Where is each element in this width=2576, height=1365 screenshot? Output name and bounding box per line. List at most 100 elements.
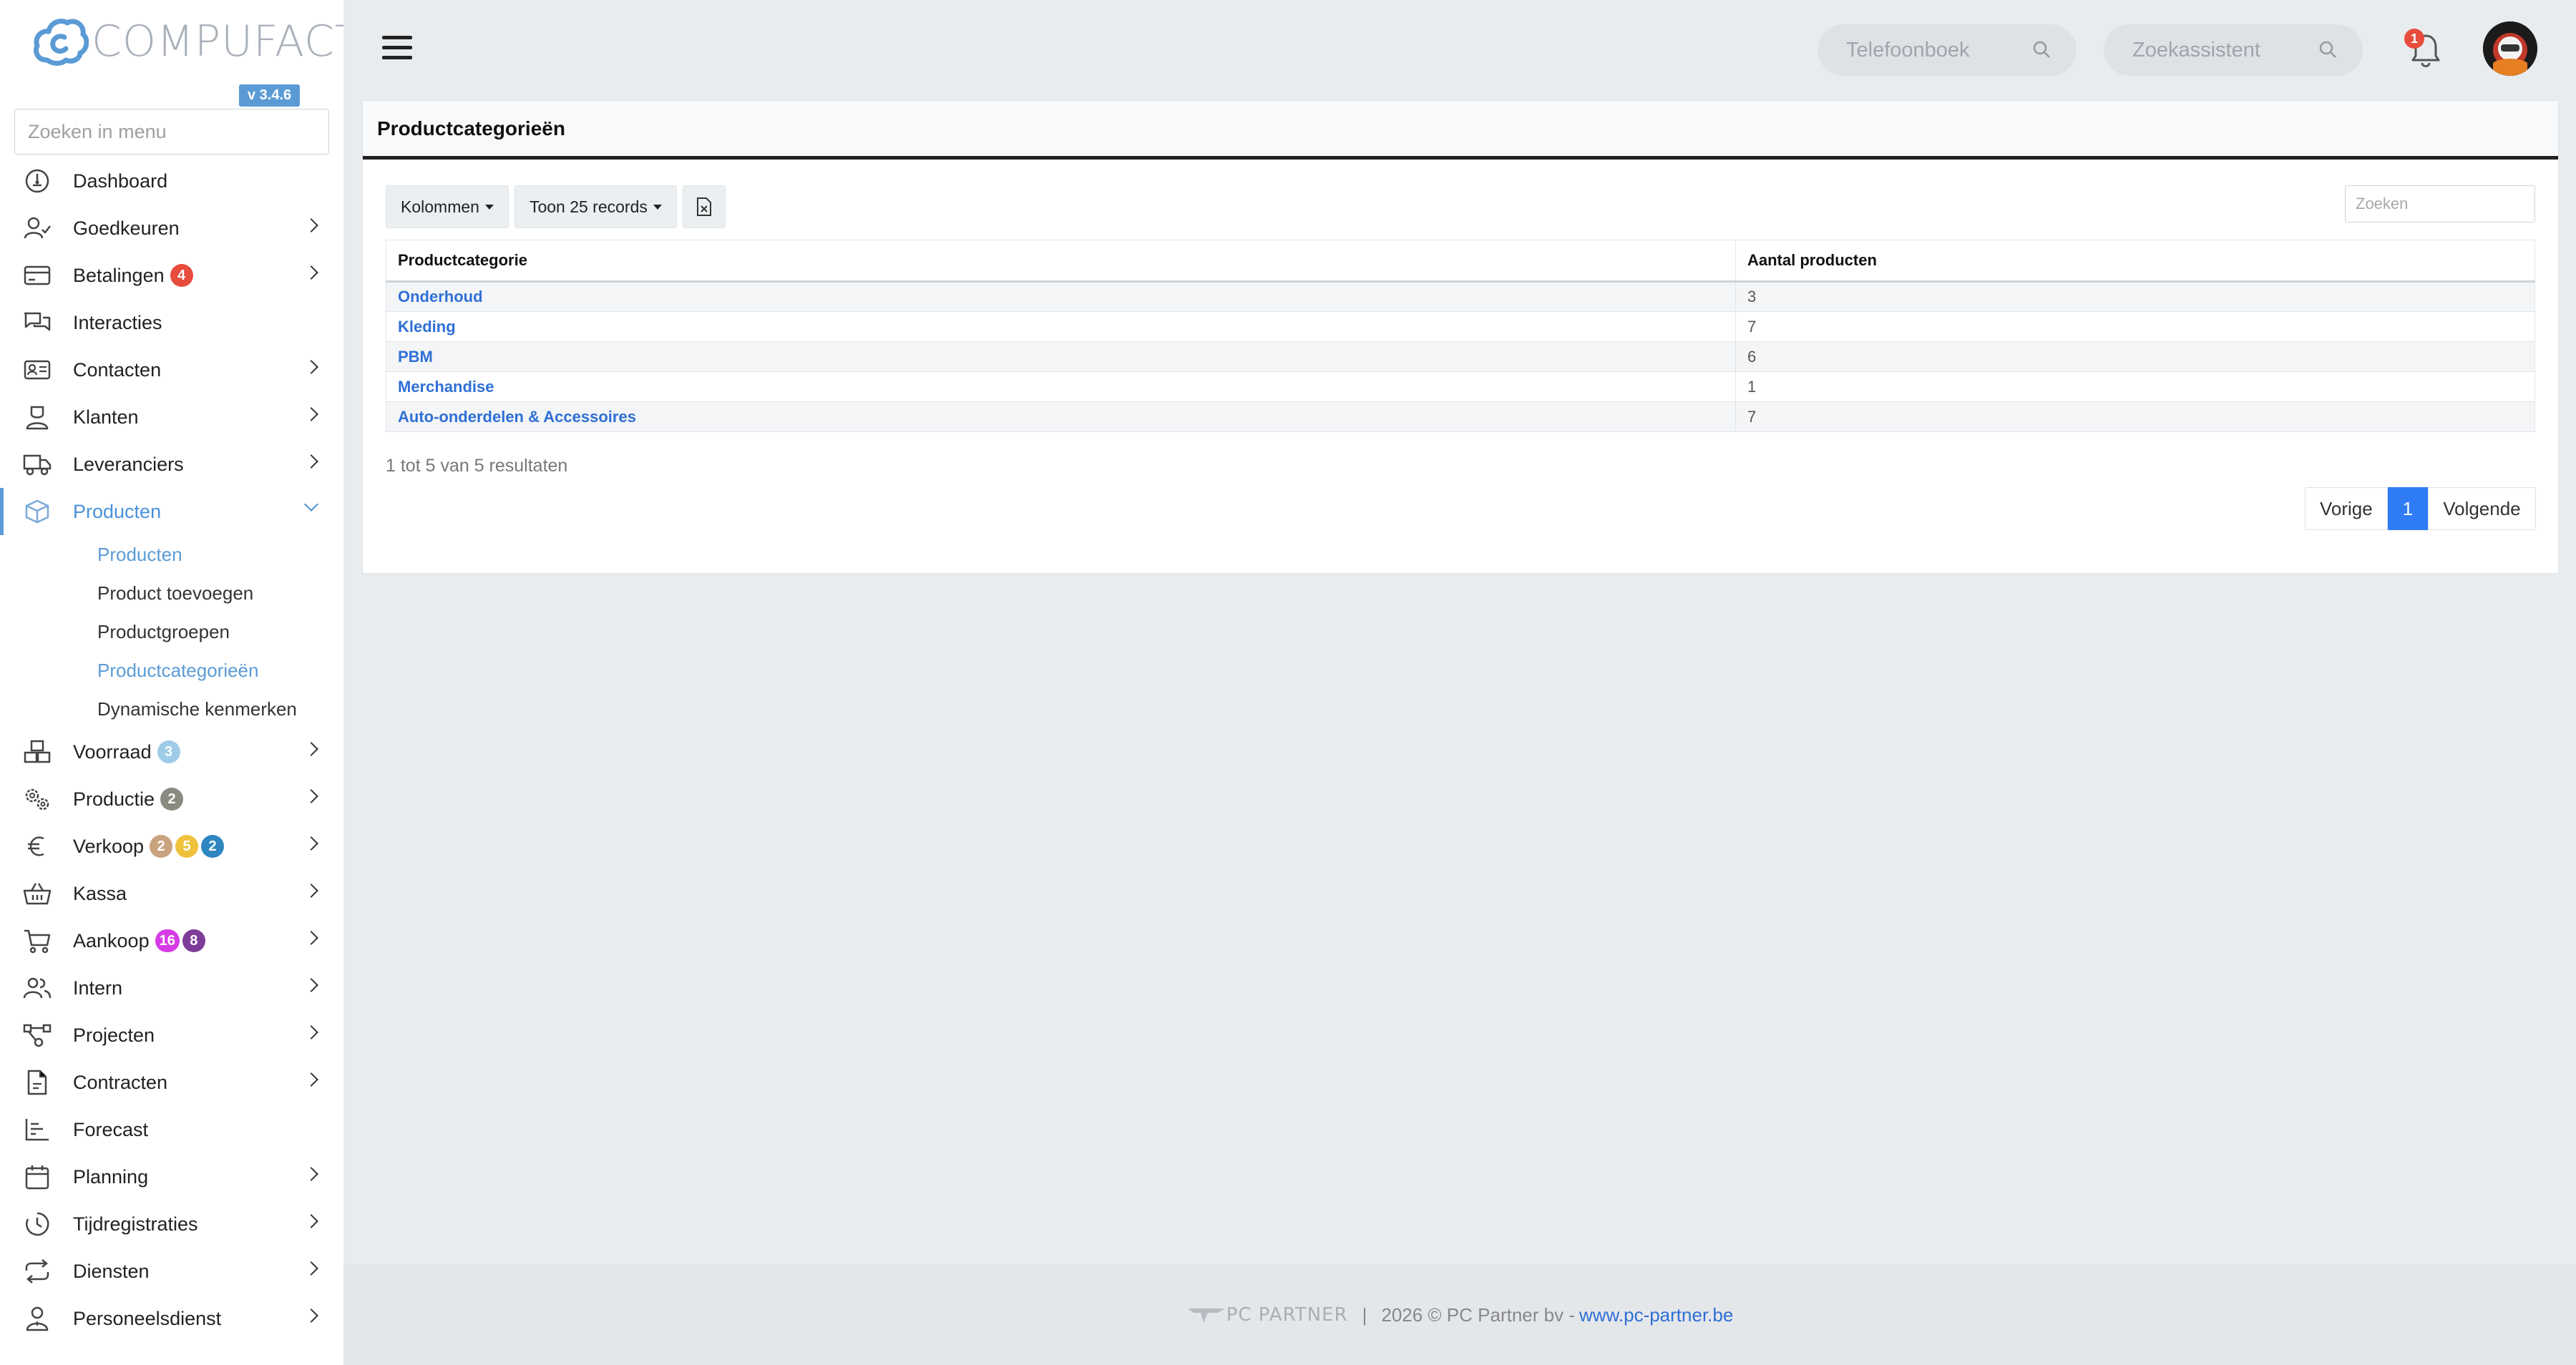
repeat-icon: [23, 1257, 52, 1286]
search-assistant-input[interactable]: Zoekassistent: [2104, 24, 2363, 76]
credit-card-icon: [23, 261, 52, 290]
page-title: Productcategorieën: [363, 101, 2558, 160]
version-badge: v 3.4.6: [239, 84, 301, 107]
records-button-label: Toon 25 records: [529, 197, 648, 216]
sidebar-item-label: Contacten: [73, 358, 162, 381]
columns-button-label: Kolommen: [401, 197, 479, 216]
dashboard-icon: [23, 167, 52, 195]
footer-copyright: 2026 © PC Partner bv -: [1381, 1303, 1575, 1326]
table-search-input[interactable]: [2345, 185, 2535, 222]
previous-page-button[interactable]: Vorige: [2305, 487, 2388, 530]
sidebar-item-leveranciers[interactable]: Leveranciers: [0, 441, 343, 488]
sidebar-item-contacten[interactable]: Contacten: [0, 346, 343, 393]
current-page-button[interactable]: 1: [2387, 487, 2429, 530]
sidebar-item-betalingen[interactable]: Betalingen 4: [0, 252, 343, 299]
category-link[interactable]: Onderhoud: [398, 288, 483, 305]
sidebar-item-productie[interactable]: Productie 2: [0, 776, 343, 823]
sidebar-item-kassa[interactable]: Kassa: [0, 870, 343, 917]
chevron-right-icon: [304, 407, 318, 421]
flow-icon: [23, 1021, 52, 1050]
sidebar-item-label: Voorraad: [73, 740, 152, 763]
submenu-item-producten[interactable]: Producten: [97, 535, 343, 574]
chevron-right-icon: [304, 360, 318, 374]
compufact-logo[interactable]: COMPUFACT: [33, 14, 343, 69]
category-link[interactable]: Kleding: [398, 318, 456, 336]
table-row: Onderhoud 3: [386, 281, 2535, 312]
sidebar-item-interacties[interactable]: Interacties: [0, 299, 343, 346]
sidebar-item-label: Diensten: [73, 1260, 150, 1282]
footer-website-link[interactable]: www.pc-partner.be: [1579, 1304, 1733, 1326]
next-page-button[interactable]: Volgende: [2428, 487, 2536, 530]
hamburger-menu-icon[interactable]: [382, 36, 412, 62]
sidebar-item-contracten[interactable]: Contracten: [0, 1059, 343, 1106]
category-link[interactable]: Auto-onderdelen & Accessoires: [398, 408, 636, 426]
category-link[interactable]: Merchandise: [398, 378, 494, 396]
column-header-productcategorie[interactable]: Productcategorie: [386, 240, 1736, 283]
column-header-aantal-producten[interactable]: Aantal producten: [1735, 240, 2535, 283]
sidebar-item-label: Forecast: [73, 1118, 149, 1140]
sidebar-item-voorraad[interactable]: Voorraad 3: [0, 728, 343, 776]
sidebar-item-goedkeuren[interactable]: Goedkeuren: [0, 205, 343, 252]
table-header-row: Productcategorie Aantal producten: [386, 240, 2535, 283]
menu-search-input[interactable]: [14, 109, 329, 155]
submenu-item-productcategorieen[interactable]: Productcategorieën: [97, 651, 343, 690]
sidebar-item-intern[interactable]: Intern: [0, 964, 343, 1012]
sidebar-item-label: Verkoop: [73, 835, 145, 857]
chevron-right-icon: [304, 1025, 318, 1039]
phonebook-search-input[interactable]: Telefoonboek: [1818, 24, 2077, 76]
sidebar-item-label: Planning: [73, 1165, 149, 1188]
sidebar-item-diensten[interactable]: Diensten: [0, 1248, 343, 1295]
columns-dropdown-button[interactable]: Kolommen: [386, 185, 509, 228]
chevron-right-icon: [304, 884, 318, 898]
sidebar-item-label: Producten: [73, 500, 162, 522]
submenu-item-productgroepen[interactable]: Productgroepen: [97, 612, 343, 651]
submenu-item-product-toevoegen[interactable]: Product toevoegen: [97, 574, 343, 612]
sidebar-item-forecast[interactable]: Forecast: [0, 1106, 343, 1153]
users-icon: [23, 974, 52, 1002]
chevron-right-icon: [304, 789, 318, 803]
euro-icon: [23, 832, 52, 861]
sidebar-item-label: Tijdregistraties: [73, 1213, 198, 1235]
pagination: Vorige 1 Volgende: [2305, 487, 2536, 530]
chevron-right-icon: [304, 1261, 318, 1276]
person-icon: [23, 403, 52, 431]
table-row: Merchandise 1: [386, 371, 2535, 402]
sidebar-item-producten[interactable]: Producten: [0, 488, 343, 535]
chevron-right-icon: [304, 931, 318, 945]
footer-separator: |: [1362, 1303, 1367, 1326]
table-row: PBM 6: [386, 341, 2535, 372]
sidebar-item-tijdregistraties[interactable]: Tijdregistraties: [0, 1200, 343, 1248]
chevron-right-icon: [304, 265, 318, 280]
producten-submenu: Producten Product toevoegen Productgroep…: [0, 535, 343, 728]
chevron-right-icon: [304, 218, 318, 233]
submenu-item-dynamische-kenmerken[interactable]: Dynamische kenmerken: [97, 690, 343, 728]
search-icon: [2319, 41, 2336, 58]
sidebar-item-aankoop[interactable]: Aankoop 16 8: [0, 917, 343, 964]
sidebar-item-projecten[interactable]: Projecten: [0, 1012, 343, 1059]
chevron-right-icon: [304, 454, 318, 469]
sidebar-item-verkoop[interactable]: Verkoop 2 5 2: [0, 823, 343, 870]
records-per-page-button[interactable]: Toon 25 records: [514, 185, 677, 228]
table-toolbar: Kolommen Toon 25 records: [386, 185, 731, 228]
categories-table: Productcategorie Aantal producten Onderh…: [386, 240, 2535, 432]
sidebar: COMPUFACT v 3.4.6 Dashboard Goedkeuren B…: [0, 0, 343, 1365]
search-assistant-placeholder: Zoekassistent: [2132, 38, 2260, 62]
sidebar-item-klanten[interactable]: Klanten: [0, 393, 343, 441]
chevron-right-icon: [304, 1214, 318, 1228]
sidebar-item-dashboard[interactable]: Dashboard: [0, 157, 343, 205]
boxes-icon: [23, 738, 52, 766]
user-avatar[interactable]: [2483, 21, 2537, 76]
export-excel-button[interactable]: [682, 185, 726, 228]
sidebar-item-planning[interactable]: Planning: [0, 1153, 343, 1200]
document-icon: [23, 1068, 52, 1097]
category-link[interactable]: PBM: [398, 348, 433, 366]
chat-icon: [23, 308, 52, 337]
gears-icon: [23, 785, 52, 813]
notification-badge: 3: [157, 740, 180, 763]
sidebar-item-personeelsdienst[interactable]: Personeelsdienst: [0, 1295, 343, 1342]
product-count-cell: 7: [1735, 311, 2535, 342]
chevron-right-icon: [304, 742, 318, 756]
top-header: Telefoonboek Zoekassistent 1: [343, 0, 2576, 100]
notification-badge: 2: [201, 835, 225, 858]
sidebar-item-label: Dashboard: [73, 170, 168, 192]
